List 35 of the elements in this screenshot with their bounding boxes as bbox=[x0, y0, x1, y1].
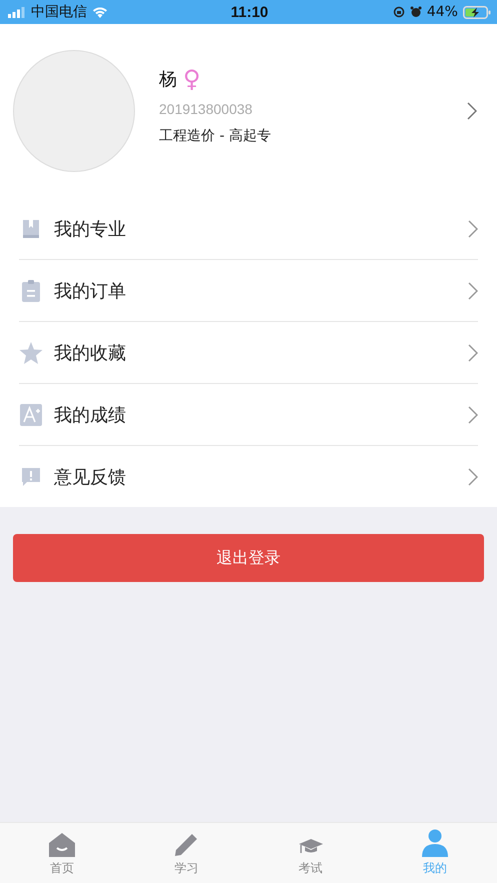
clock-time: 11:10 bbox=[230, 4, 268, 20]
menu-item[interactable]: 我的收藏 bbox=[19, 321, 478, 383]
star-icon bbox=[19, 342, 43, 364]
menu-label: 我的专业 bbox=[54, 218, 127, 240]
chevron-right-icon bbox=[468, 282, 478, 300]
logout-button[interactable]: 退出登录 bbox=[13, 534, 484, 582]
chevron-right-icon bbox=[468, 406, 478, 424]
carrier-name: 中国电信 bbox=[31, 3, 87, 21]
chevron-right-icon bbox=[468, 220, 478, 238]
signal-icon bbox=[8, 6, 26, 18]
battery-charging-icon bbox=[462, 6, 491, 18]
clipboard-icon bbox=[19, 280, 43, 302]
chevron-right-icon bbox=[467, 102, 477, 120]
menu-label: 我的收藏 bbox=[54, 342, 127, 364]
menu-item[interactable]: 意见反馈 bbox=[19, 445, 478, 507]
menu-item[interactable]: 我的专业 bbox=[19, 198, 478, 259]
pencil-icon bbox=[174, 833, 198, 857]
menu-label: 我的订单 bbox=[54, 280, 127, 302]
user-name: 杨 bbox=[159, 68, 177, 91]
menu-label: 我的成绩 bbox=[54, 404, 127, 426]
menu-item[interactable]: 我的成绩 bbox=[19, 383, 478, 445]
menu-label: 意见反馈 bbox=[54, 466, 127, 488]
chevron-right-icon bbox=[468, 344, 478, 362]
grade-icon bbox=[19, 404, 43, 426]
chevron-right-icon bbox=[468, 468, 478, 486]
wifi-icon bbox=[92, 6, 108, 18]
menu-item[interactable]: 我的订单 bbox=[19, 259, 478, 321]
person-icon bbox=[422, 829, 448, 857]
student-id: 201913800038 bbox=[159, 101, 254, 117]
program-name: 工程造价 - 高起专 bbox=[159, 127, 272, 145]
battery-percent: 44% bbox=[426, 4, 458, 20]
feedback-icon bbox=[19, 466, 43, 486]
gender-symbol: ♀ bbox=[183, 67, 201, 91]
home-icon bbox=[49, 833, 76, 857]
rotation-lock-icon bbox=[392, 6, 405, 18]
